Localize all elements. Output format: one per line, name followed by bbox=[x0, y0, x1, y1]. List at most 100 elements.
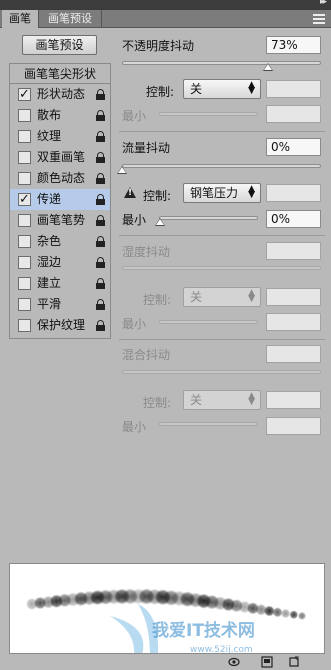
setting-label: 颜色动态 bbox=[37, 171, 86, 185]
lock-icon[interactable] bbox=[96, 131, 105, 142]
panel-title-bar: ▸▸ bbox=[0, 0, 331, 10]
setting-label: 双重画笔 bbox=[37, 150, 86, 164]
tab-brush-presets[interactable]: 画笔预设 bbox=[39, 10, 102, 28]
wetness-jitter-label: 湿度抖动 bbox=[122, 245, 171, 259]
brush-setting-item[interactable]: 平滑 bbox=[10, 294, 110, 315]
brush-dab bbox=[280, 608, 291, 619]
flow-control-select[interactable]: 钢笔压力 ▲ ▼ bbox=[183, 183, 261, 203]
wetness-control-field bbox=[266, 288, 321, 306]
mix-jitter-slider bbox=[122, 370, 321, 374]
flow-jitter-thumb[interactable] bbox=[117, 166, 127, 174]
flow-jitter-input[interactable]: 0% bbox=[266, 138, 321, 156]
checkbox[interactable] bbox=[18, 84, 31, 105]
lock-icon[interactable] bbox=[96, 173, 105, 184]
lock-icon[interactable] bbox=[96, 152, 105, 163]
flow-min-thumb[interactable] bbox=[155, 218, 165, 226]
lock-icon[interactable] bbox=[96, 299, 105, 310]
wetness-control-select: 关 ▲ ▼ bbox=[183, 287, 261, 307]
panel-menu-icon[interactable] bbox=[313, 14, 325, 24]
opacity-jitter-label: 不透明度抖动 bbox=[122, 39, 195, 53]
toggle-preview-icon[interactable] bbox=[228, 656, 240, 668]
tab-bar: 画笔 画笔预设 bbox=[0, 10, 331, 28]
setting-label: 平滑 bbox=[37, 297, 62, 311]
flow-control-value: 钢笔压力 bbox=[190, 186, 239, 200]
wetness-control-label: 控制: bbox=[143, 293, 172, 307]
wetness-jitter-input bbox=[266, 242, 321, 260]
opacity-min-slider bbox=[159, 112, 258, 116]
select-arrows-icon: ▲ ▼ bbox=[248, 391, 255, 407]
mix-min-input bbox=[266, 417, 321, 435]
collapse-icon[interactable]: ▸▸ bbox=[320, 0, 327, 7]
new-brush-icon[interactable] bbox=[288, 656, 300, 668]
setting-label: 湿边 bbox=[37, 255, 62, 269]
setting-label: 建立 bbox=[37, 276, 62, 290]
wetness-min-label: 最小 bbox=[122, 317, 147, 331]
opacity-control-value: 关 bbox=[190, 82, 203, 96]
mix-min-slider bbox=[159, 422, 258, 426]
setting-label: 传递 bbox=[37, 192, 62, 206]
flow-min-slider[interactable] bbox=[159, 216, 258, 220]
lock-icon[interactable] bbox=[96, 278, 105, 289]
brush-dab bbox=[272, 607, 283, 618]
divider bbox=[119, 235, 325, 236]
brush-setting-item[interactable]: 颜色动态 bbox=[10, 168, 110, 189]
mix-jitter-label: 混合抖动 bbox=[122, 348, 171, 362]
stroke-preview-image: 我爱IT技术网 www.52ij.com bbox=[26, 588, 306, 654]
checkbox[interactable] bbox=[18, 130, 31, 143]
lock-icon[interactable] bbox=[96, 236, 105, 247]
wetness-min-input bbox=[266, 313, 321, 331]
mix-control-value: 关 bbox=[190, 393, 203, 407]
brush-presets-button[interactable]: 画笔预设 bbox=[22, 35, 97, 55]
mix-jitter-input bbox=[266, 345, 321, 363]
wetness-min-slider bbox=[159, 320, 258, 324]
opacity-control-select[interactable]: 关 ▲ ▼ bbox=[183, 79, 261, 99]
brush-setting-item[interactable]: 湿边 bbox=[10, 252, 110, 273]
flow-jitter-label: 流量抖动 bbox=[122, 141, 171, 155]
lock-icon[interactable] bbox=[96, 110, 105, 121]
setting-label: 形状动态 bbox=[37, 87, 86, 101]
flow-min-input[interactable]: 0% bbox=[266, 210, 321, 228]
lock-icon[interactable] bbox=[96, 320, 105, 331]
brush-tip-shape-item[interactable]: 画笔笔尖形状 bbox=[10, 64, 110, 84]
tab-brush[interactable]: 画笔 bbox=[2, 10, 39, 28]
setting-label: 画笔笔势 bbox=[37, 213, 86, 227]
lock-icon[interactable] bbox=[96, 89, 105, 100]
create-new-brush-icon[interactable] bbox=[261, 656, 273, 668]
lock-icon[interactable] bbox=[96, 257, 105, 268]
checkbox[interactable] bbox=[18, 298, 31, 311]
brush-setting-item[interactable]: 散布 bbox=[10, 105, 110, 126]
checkbox[interactable] bbox=[18, 151, 31, 164]
opacity-control-label: 控制: bbox=[146, 85, 175, 99]
lock-icon[interactable] bbox=[96, 215, 105, 226]
brush-setting-item[interactable]: 画笔笔势 bbox=[10, 210, 110, 231]
checkbox[interactable] bbox=[18, 214, 31, 227]
brush-setting-item[interactable]: 传递 bbox=[10, 189, 110, 210]
brush-setting-item[interactable]: 形状动态 bbox=[10, 84, 110, 105]
checkbox[interactable] bbox=[18, 319, 31, 332]
opacity-jitter-thumb[interactable] bbox=[263, 63, 273, 71]
lock-icon[interactable] bbox=[96, 194, 105, 205]
brush-setting-item[interactable]: 双重画笔 bbox=[10, 147, 110, 168]
select-arrows-icon: ▲ ▼ bbox=[248, 80, 255, 96]
brush-setting-item[interactable]: 纹理 bbox=[10, 126, 110, 147]
setting-label: 纹理 bbox=[37, 129, 62, 143]
brush-setting-item[interactable]: 保护纹理 bbox=[10, 315, 110, 336]
watermark-url: www.52ij.com bbox=[190, 645, 253, 654]
divider bbox=[119, 339, 325, 340]
divider bbox=[119, 131, 325, 132]
flow-jitter-slider[interactable] bbox=[122, 164, 321, 168]
watermark-logo bbox=[110, 604, 159, 653]
mix-control-label: 控制: bbox=[143, 396, 172, 410]
checkbox[interactable] bbox=[18, 256, 31, 269]
watermark-text: 我爱IT技术网 bbox=[152, 620, 255, 641]
flow-control-field bbox=[266, 184, 321, 202]
checkbox[interactable] bbox=[18, 277, 31, 290]
opacity-jitter-slider[interactable] bbox=[122, 61, 321, 65]
checkbox[interactable] bbox=[18, 109, 31, 122]
brush-setting-item[interactable]: 杂色 bbox=[10, 231, 110, 252]
checkbox[interactable] bbox=[18, 235, 31, 248]
opacity-jitter-input[interactable]: 73% bbox=[266, 36, 321, 54]
checkbox[interactable] bbox=[18, 189, 31, 210]
brush-setting-item[interactable]: 建立 bbox=[10, 273, 110, 294]
checkbox[interactable] bbox=[18, 172, 31, 185]
